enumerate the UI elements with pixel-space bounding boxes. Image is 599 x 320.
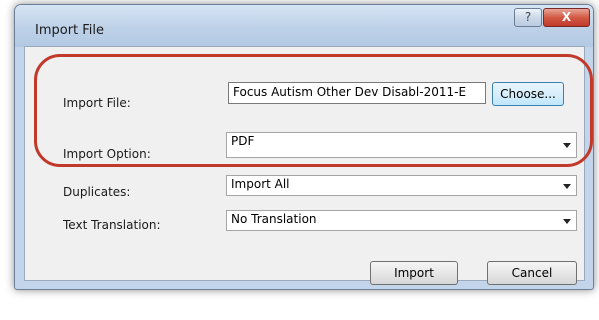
duplicates-value: Import All [231,177,290,191]
duplicates-select[interactable]: Import All [226,175,577,196]
dialog-title: Import File [35,23,105,38]
chevron-down-icon [563,218,571,224]
chevron-down-icon [563,183,571,189]
text-translation-value: No Translation [231,212,317,226]
title-bar: Import File ? X [15,5,593,47]
cancel-button[interactable]: Cancel [487,261,577,285]
highlight-annotation [34,54,593,167]
text-translation-label: Text Translation: [63,218,161,232]
text-translation-select[interactable]: No Translation [226,210,577,231]
close-button[interactable]: X [543,8,590,27]
help-button[interactable]: ? [514,8,542,27]
import-button[interactable]: Import [370,261,458,285]
duplicates-label: Duplicates: [63,185,131,199]
